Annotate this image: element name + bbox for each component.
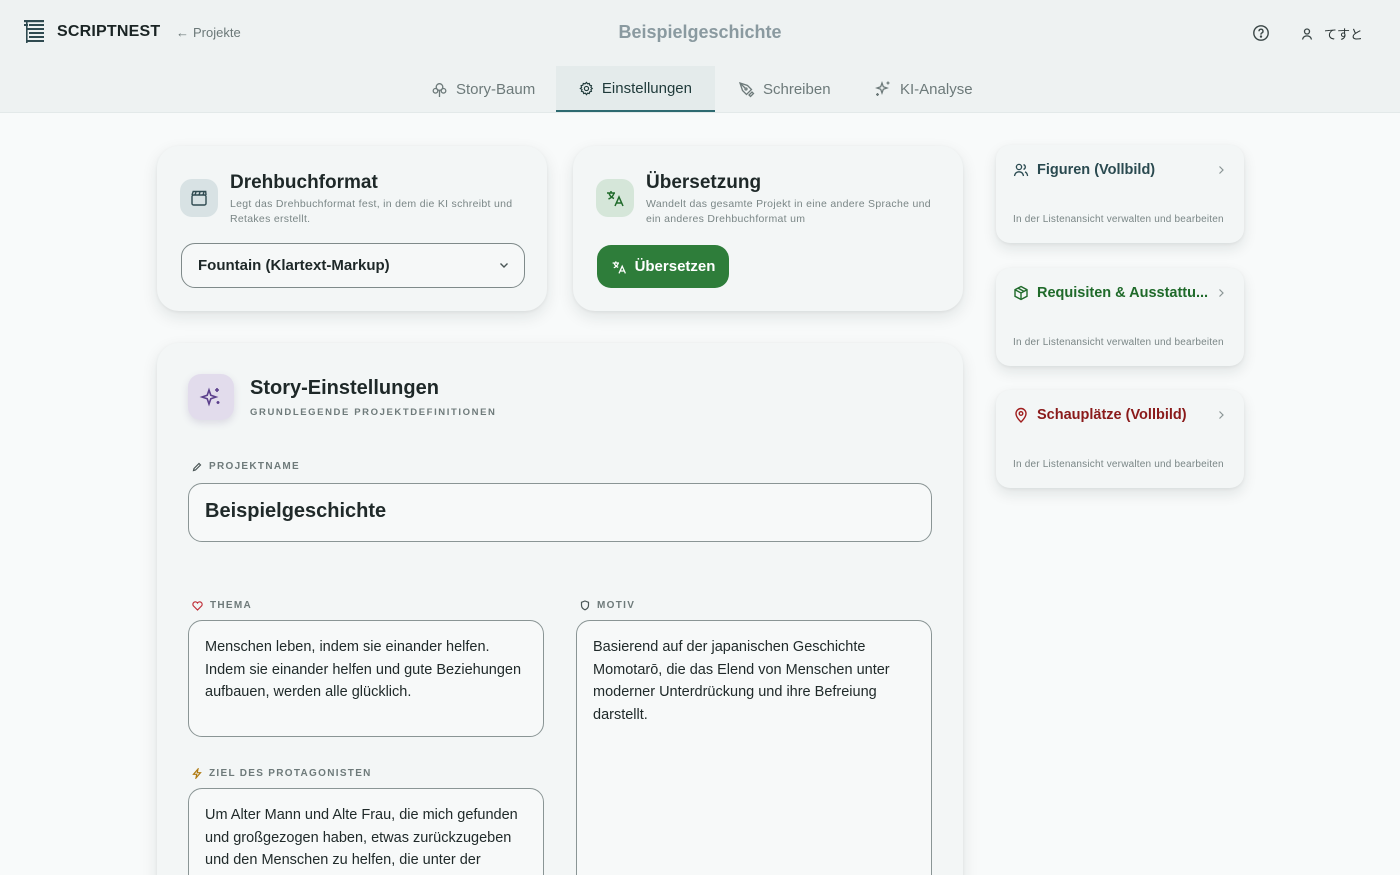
sparkles-icon xyxy=(875,81,890,96)
side-card-description: In der Listenansicht verwalten und bearb… xyxy=(1013,459,1224,470)
script-format-select[interactable]: Fountain (Klartext-Markup) xyxy=(181,243,525,288)
section-subtitle: GRUNDLEGENDE PROJEKTDEFINITIONEN xyxy=(250,407,497,418)
tab-ai-analysis[interactable]: KI-Analyse xyxy=(851,66,996,112)
box-icon xyxy=(1014,285,1028,301)
tab-label: KI-Analyse xyxy=(900,80,973,98)
lightning-icon xyxy=(192,768,202,779)
tab-label: Schreiben xyxy=(763,80,831,98)
sparkles-icon-box xyxy=(188,374,234,420)
motif-label: MOTIV xyxy=(580,600,635,611)
document-title: Beispielgeschichte xyxy=(0,22,1400,43)
characters-card[interactable]: Figuren (Vollbild) In der Listenansicht … xyxy=(996,145,1244,243)
app-header: SCRIPTNEST ← Projekte Beispielgeschichte… xyxy=(0,0,1400,66)
protagonist-goal-textarea[interactable]: Um Alter Mann und Alte Frau, die mich ge… xyxy=(188,788,544,875)
chevron-right-icon xyxy=(1219,289,1224,297)
main-tabs: Story-Baum Einstellungen Schreiben KI-An… xyxy=(0,66,1400,113)
map-pin-icon xyxy=(1015,407,1027,423)
tab-label: Einstellungen xyxy=(601,79,692,97)
protagonist-goal-label: ZIEL DES PROTAGONISTEN xyxy=(192,768,372,779)
side-card-title: Requisiten & Ausstattu... xyxy=(1013,285,1208,301)
sparkles-icon xyxy=(199,387,220,407)
translate-icon xyxy=(612,260,626,274)
translate-icon-box xyxy=(596,179,634,217)
pencil-icon xyxy=(192,462,202,471)
translate-icon xyxy=(607,191,624,207)
side-card-title: Schauplätze (Vollbild) xyxy=(1013,407,1187,423)
card-title: Übersetzung xyxy=(646,172,762,193)
side-card-title-text: Schauplätze (Vollbild) xyxy=(1037,407,1187,423)
select-value: Fountain (Klartext-Markup) xyxy=(198,257,390,274)
props-card[interactable]: Requisiten & Ausstattu... In der Listena… xyxy=(996,268,1244,366)
story-settings-card: Story-Einstellungen GRUNDLEGENDE PROJEKT… xyxy=(157,343,963,875)
project-name-input[interactable]: Beispielgeschichte xyxy=(188,483,932,542)
translate-button-label: Übersetzen xyxy=(634,258,716,275)
chevron-right-icon xyxy=(1219,166,1224,174)
label-text: PROJEKTNAME xyxy=(209,461,300,472)
tree-icon xyxy=(432,82,447,97)
side-card-title: Figuren (Vollbild) xyxy=(1013,162,1155,178)
theme-label: THEMA xyxy=(192,600,252,611)
label-text: ZIEL DES PROTAGONISTEN xyxy=(209,768,372,779)
translation-card: Übersetzung Wandelt das gesamte Projekt … xyxy=(573,146,963,311)
label-text: MOTIV xyxy=(597,600,636,611)
tab-label: Story-Baum xyxy=(456,80,536,98)
theme-textarea[interactable]: Menschen leben, indem sie einander helfe… xyxy=(188,620,544,737)
pen-icon xyxy=(738,81,755,97)
card-description: Legt das Drehbuchformat fest, in dem die… xyxy=(230,198,513,225)
script-format-card: Drehbuchformat Legt das Drehbuchformat f… xyxy=(157,146,547,311)
project-name-label: PROJEKTNAME xyxy=(192,461,300,472)
shield-icon xyxy=(580,600,590,611)
user-icon xyxy=(1301,27,1313,40)
help-button[interactable] xyxy=(1252,24,1270,42)
chevron-right-icon xyxy=(1219,411,1224,419)
user-name: てすと xyxy=(1324,27,1364,42)
tab-write[interactable]: Schreiben xyxy=(715,66,854,112)
label-text: THEMA xyxy=(210,600,253,611)
clapperboard-icon-box xyxy=(180,179,218,217)
chevron-down-icon xyxy=(500,263,508,268)
card-title: Drehbuchformat xyxy=(230,172,378,193)
locations-card[interactable]: Schauplätze (Vollbild) In der Listenansi… xyxy=(996,390,1244,488)
user-menu-button[interactable]: てすと xyxy=(1300,24,1363,43)
users-icon xyxy=(1013,163,1029,177)
side-card-description: In der Listenansicht verwalten und bearb… xyxy=(1013,337,1224,348)
help-icon xyxy=(1253,25,1269,41)
tab-settings[interactable]: Einstellungen xyxy=(556,66,715,112)
gear-icon xyxy=(579,80,594,96)
heart-icon xyxy=(192,600,203,611)
side-card-description: In der Listenansicht verwalten und bearb… xyxy=(1013,214,1224,225)
section-title: Story-Einstellungen xyxy=(250,377,439,399)
side-card-title-text: Figuren (Vollbild) xyxy=(1037,162,1156,178)
translate-button[interactable]: Übersetzen xyxy=(597,245,729,288)
tab-story-tree[interactable]: Story-Baum xyxy=(408,66,558,112)
document-title-text[interactable]: Beispielgeschichte xyxy=(618,22,781,42)
clapperboard-icon xyxy=(191,190,207,206)
motif-textarea[interactable]: Basierend auf der japanischen Geschichte… xyxy=(576,620,932,875)
card-description: Wandelt das gesamte Projekt in eine ande… xyxy=(646,198,931,225)
side-card-title-text: Requisiten & Ausstattu... xyxy=(1037,285,1209,301)
